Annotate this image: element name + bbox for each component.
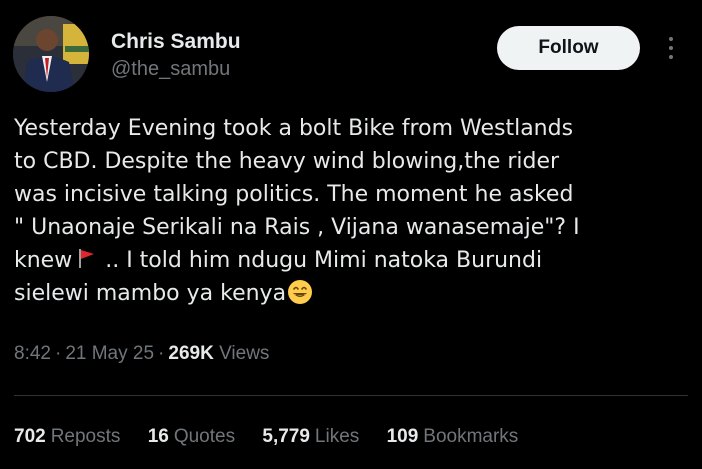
post-text-fragment: .. I told him ndugu Mimi natoka Burundi — [98, 248, 543, 273]
views-count: 269K — [168, 343, 214, 364]
engagement-stats: 702 Reposts 16 Quotes 5,779 Likes 109 Bookma… — [14, 426, 540, 448]
stat-likes[interactable]: 5,779 Likes — [262, 426, 359, 448]
stat-reposts[interactable]: 702 Reposts — [14, 426, 120, 448]
meta-separator: · — [54, 343, 62, 364]
post-line: was incisive talking politics. The momen… — [14, 182, 574, 207]
post-line: " Unaonaje Serikali na Rais , Vijana wan… — [14, 215, 580, 240]
post-text: Yesterday Evening took a bolt Bike from … — [14, 112, 694, 310]
post-line: Yesterday Evening took a bolt Bike from … — [14, 116, 574, 141]
grinning-face-icon — [287, 279, 313, 305]
follow-button[interactable]: Follow — [497, 26, 640, 70]
author-name[interactable]: Chris Sambu — [111, 30, 241, 54]
post-line: to CBD. Despite the heavy wind blowing,t… — [14, 149, 560, 174]
stat-count: 109 — [386, 426, 419, 447]
stat-bookmarks[interactable]: 109 Bookmarks — [387, 426, 519, 448]
stat-quotes[interactable]: 16 Quotes — [148, 426, 235, 448]
post-text-fragment: sielewi mambo ya kenya — [14, 281, 287, 306]
stat-count: 702 — [14, 426, 46, 447]
stat-label: Likes — [314, 426, 360, 447]
views-label: Views — [219, 343, 270, 364]
post-line: knew .. I told him ndugu Mimi natoka Bur… — [14, 244, 694, 277]
avatar[interactable] — [13, 16, 89, 92]
tweet-card: Chris Sambu @the_sambu Follow Yesterday … — [0, 0, 702, 469]
stat-count: 16 — [147, 426, 169, 447]
stat-count: 5,779 — [262, 426, 310, 447]
stat-label: Reposts — [50, 426, 121, 447]
stat-label: Bookmarks — [423, 426, 519, 447]
post-meta: 8:42 · 21 May 25 · 269K Views — [14, 343, 269, 365]
post-text-fragment: knew — [14, 248, 73, 273]
meta-separator: · — [158, 343, 165, 364]
author-handle[interactable]: @the_sambu — [111, 58, 230, 81]
more-vertical-icon[interactable] — [662, 33, 680, 63]
post-time[interactable]: 8:42 — [14, 343, 51, 364]
red-flag-icon — [76, 246, 96, 268]
stat-label: Quotes — [173, 426, 236, 447]
divider — [14, 395, 688, 396]
avatar-image — [13, 16, 89, 92]
post-line: sielewi mambo ya kenya — [14, 277, 694, 310]
post-date[interactable]: 21 May 25 — [65, 343, 154, 364]
